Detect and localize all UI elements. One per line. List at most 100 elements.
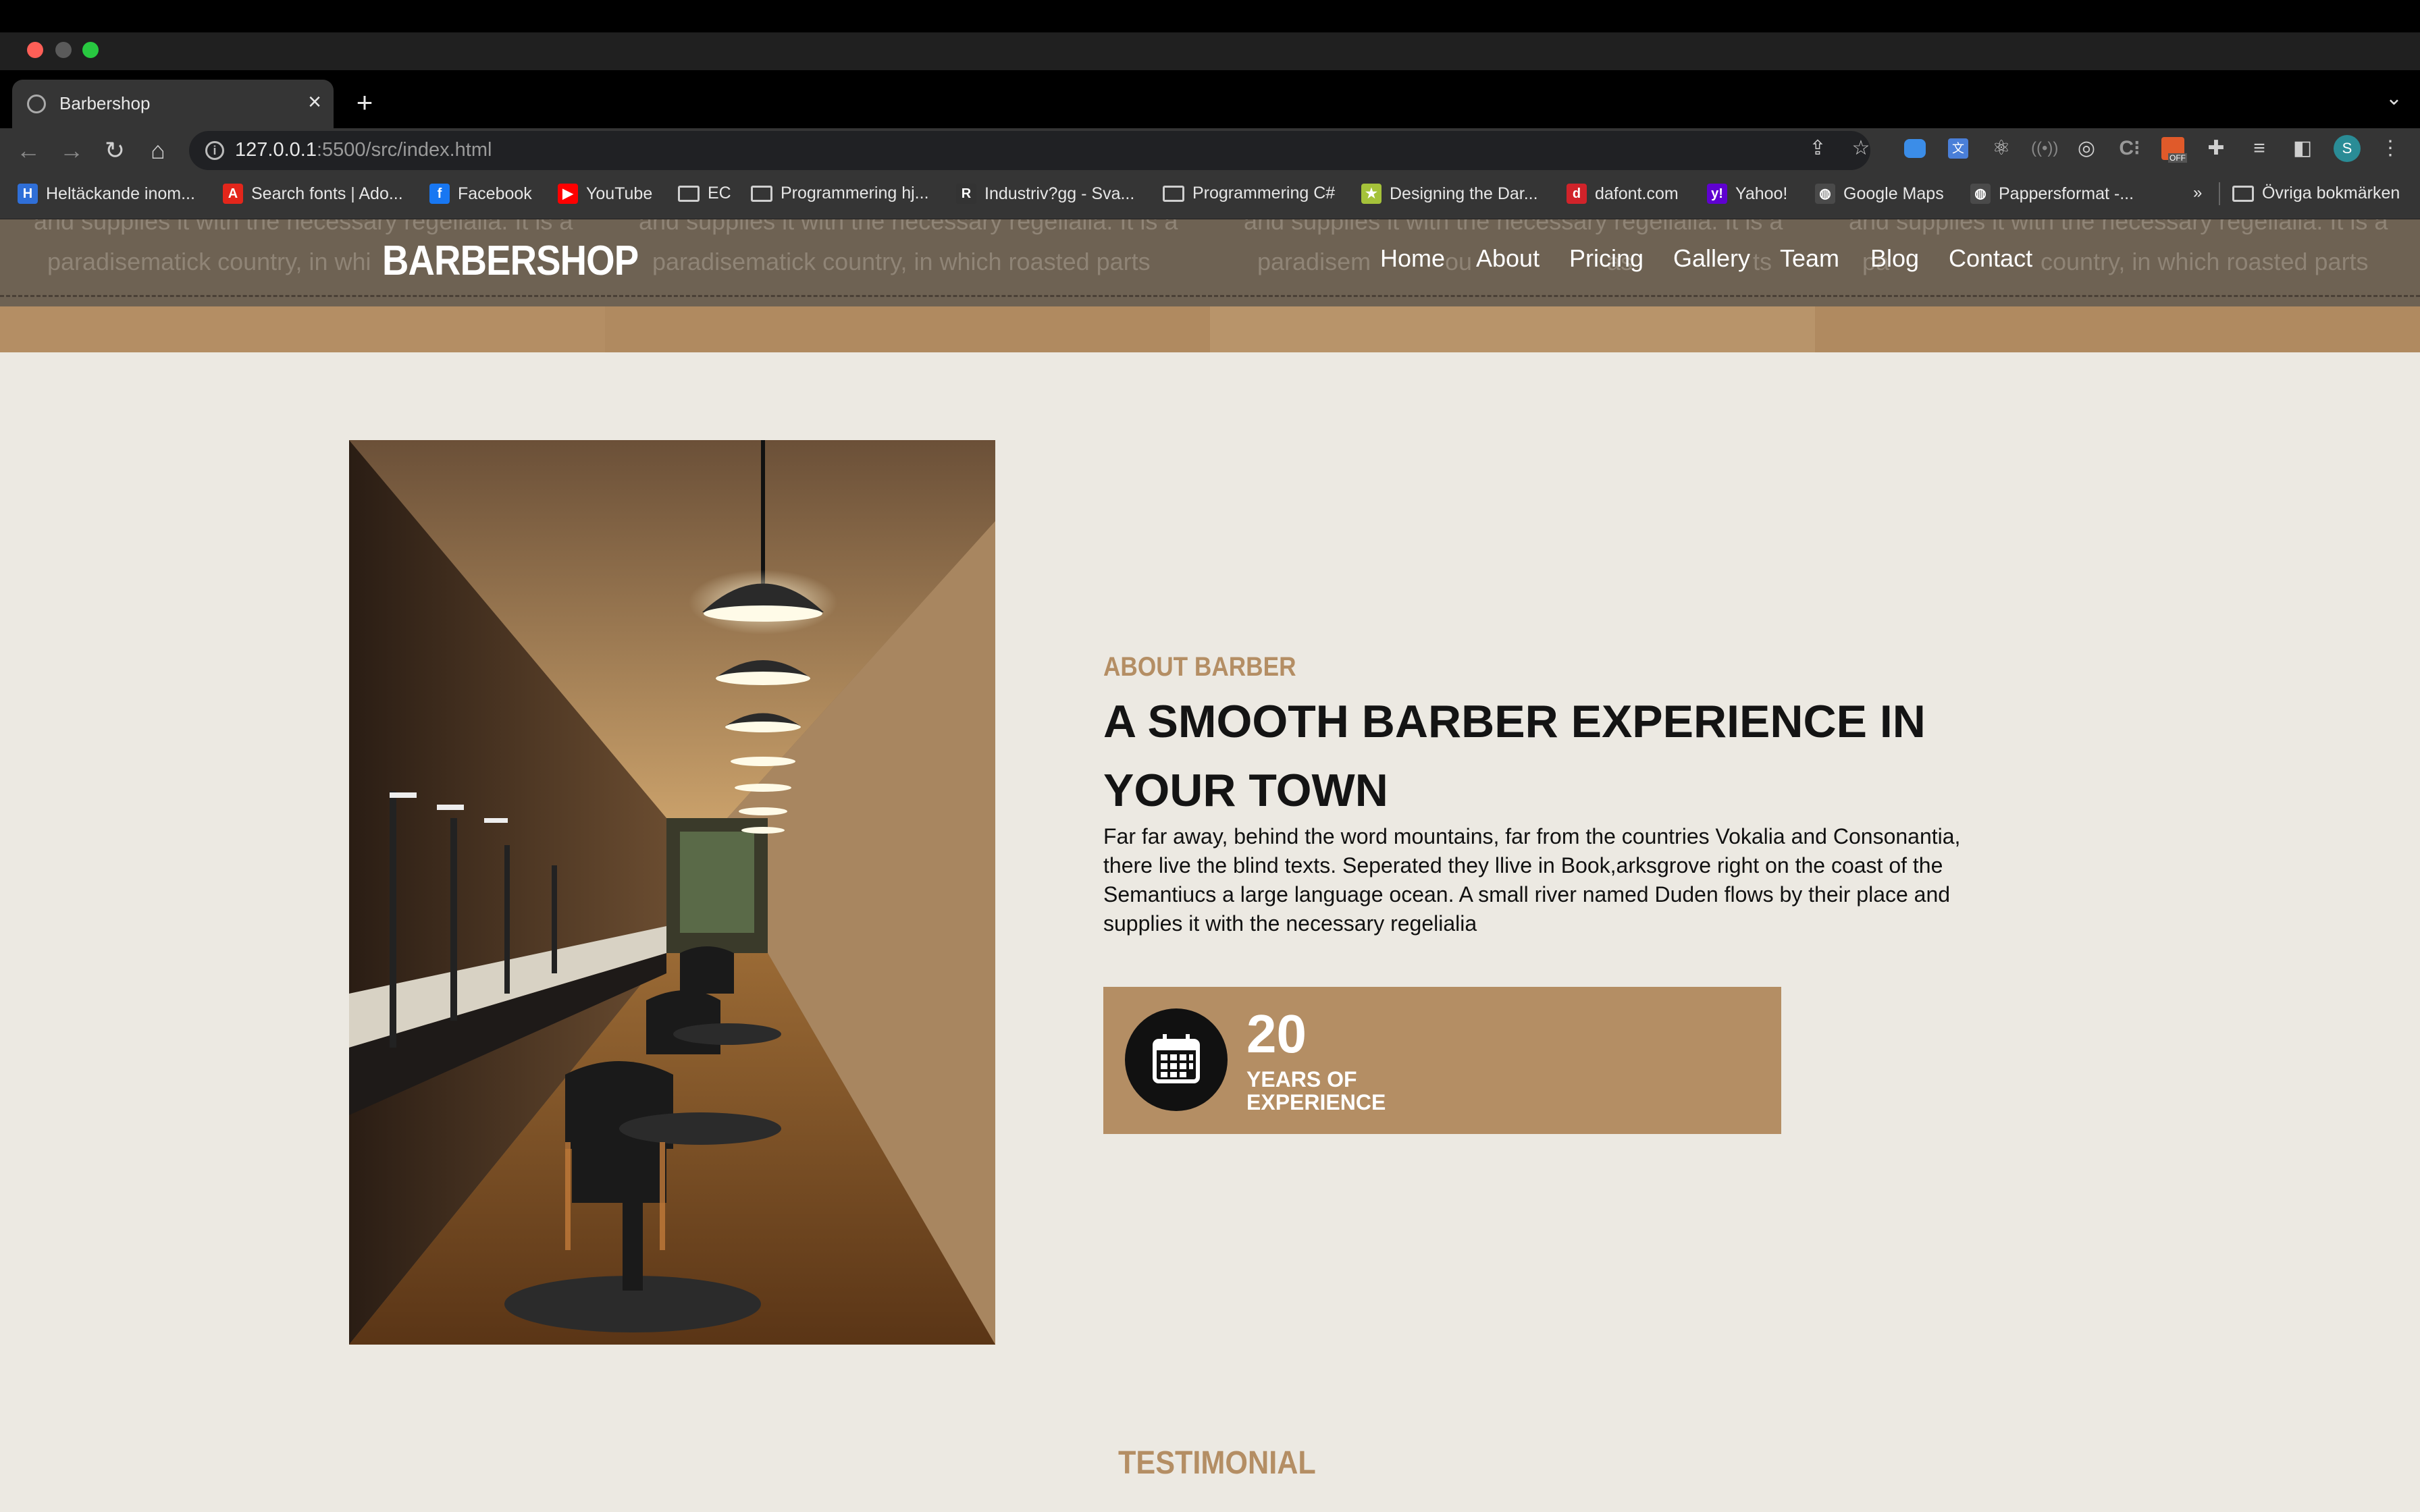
folder-icon [1163, 185, 1184, 202]
nav-link-pricing[interactable]: Pricing [1569, 244, 1643, 273]
section-eyebrow: ABOUT BARBER [1103, 652, 1296, 682]
section-headline: A SMOOTH BARBER EXPERIENCE IN YOUR TOWN [1103, 696, 1926, 816]
adobe-icon: A [223, 184, 243, 204]
tab-close-icon[interactable]: × [308, 89, 321, 115]
maximize-window-button[interactable] [82, 42, 99, 58]
bookmark-site-icon: H [18, 184, 38, 204]
home-icon[interactable]: ⌂ [142, 134, 174, 167]
bookmark-item[interactable]: f Facebook [429, 184, 532, 204]
bookmark-item[interactable]: ★ Designing the Dar... [1361, 184, 1538, 204]
site-info-icon[interactable]: i [205, 141, 224, 160]
nav-link-team[interactable]: Team [1780, 244, 1839, 273]
bookmark-label: Google Maps [1843, 184, 1944, 203]
globe-icon [27, 94, 46, 113]
playlist-icon[interactable]: ≡ [2246, 135, 2273, 162]
tab-title: Barbershop [59, 93, 151, 113]
bookmark-item[interactable]: ◍ Google Maps [1815, 184, 1944, 204]
bookmark-item[interactable]: y! Yahoo! [1707, 184, 1787, 204]
tab-search-chevron-icon[interactable]: ⌄ [2386, 86, 2402, 110]
nav-link-home[interactable]: Home [1380, 244, 1445, 273]
dafont-icon: d [1567, 184, 1587, 204]
globe-icon: ◍ [1815, 184, 1835, 204]
header-dashed-line [0, 295, 2420, 297]
target-icon[interactable]: ◎ [2073, 135, 2100, 162]
translate-icon[interactable]: 文 [1945, 135, 1972, 162]
address-bar[interactable]: i 127.0.0.1:5500/src/index.html [189, 131, 1870, 170]
bookmark-label: Programmering C# [1192, 184, 1336, 202]
youtube-icon: ▶ [558, 184, 578, 204]
bookmark-item[interactable]: Programmering C# [1163, 184, 1335, 203]
header-strip [1815, 306, 2420, 352]
bookmark-item[interactable]: EC [678, 184, 731, 203]
extension-off-icon[interactable]: OFF [2159, 135, 2187, 163]
barbershop-interior-photo [349, 440, 995, 1345]
browser-tab[interactable]: Barbershop × [12, 80, 334, 128]
new-tab-button[interactable]: + [351, 84, 378, 122]
share-icon[interactable]: ⇪ [1804, 135, 1831, 162]
site-navbar: and supplies it with the necessary regel… [0, 219, 2420, 306]
bookmark-item[interactable]: H Heltäckande inom... [18, 184, 195, 204]
header-bg-text: and supplies it with the necessary regel… [1849, 219, 2388, 235]
yahoo-icon: y! [1707, 184, 1727, 204]
bookmark-item[interactable]: A Search fonts | Ado... [223, 184, 403, 204]
url-text: 127.0.0.1:5500/src/index.html [235, 139, 492, 161]
bookmark-item[interactable]: ▶ YouTube [558, 184, 652, 204]
header-bg-text: paradisem [1257, 248, 1371, 275]
url-host: 127.0.0.1 [235, 139, 317, 161]
site-logo[interactable]: BARBERSHOP [382, 237, 639, 285]
profile-avatar[interactable]: S [2334, 135, 2361, 162]
back-icon[interactable]: ← [12, 134, 45, 167]
bookmark-item[interactable]: Programmering hj... [751, 184, 929, 203]
experience-stat-card: 20 YEARS OF EXPERIENCE [1103, 987, 1781, 1134]
stat-number: 20 [1246, 1004, 1307, 1064]
header-bg-text: ts [1753, 248, 1772, 275]
bookmark-item[interactable]: d dafont.com [1567, 184, 1679, 204]
bookmark-label: Pappersformat -... [1999, 184, 2134, 203]
nav-link-gallery[interactable]: Gallery [1673, 244, 1750, 273]
header-bg-text: paradisematick country, in whi [47, 248, 371, 275]
header-bg-text: ou [1445, 248, 1473, 275]
header-strip [605, 306, 1210, 352]
header-bg-text: and supplies it with the necessary regel… [1244, 219, 1783, 235]
broadcast-icon[interactable]: ((•)) [2031, 135, 2058, 162]
bookmark-item[interactable]: ◍ Pappersformat -... [1970, 184, 2134, 204]
header-bg-text: and supplies it with the necessary regel… [639, 219, 1178, 235]
star-icon[interactable]: ☆ [1847, 135, 1874, 162]
window-title-bar [0, 32, 2420, 70]
folder-icon [751, 185, 772, 202]
extension-cloud-icon[interactable] [1901, 135, 1928, 162]
nav-link-contact[interactable]: Contact [1949, 244, 2032, 273]
folder-icon [678, 185, 700, 202]
bookmark-label: dafont.com [1595, 184, 1679, 203]
reload-icon[interactable]: ↻ [99, 134, 131, 167]
extension-c-icon[interactable]: C⁝ [2116, 135, 2143, 162]
barbershop-photo-illustration [349, 440, 995, 1345]
bookmarks-overflow-button[interactable]: » [2193, 184, 2202, 202]
star-badge-icon: ★ [1361, 184, 1382, 204]
nav-link-about[interactable]: About [1476, 244, 1540, 273]
bookmark-label: Designing the Dar... [1390, 184, 1538, 203]
other-bookmarks-folder[interactable]: Övriga bokmärken [2232, 184, 2400, 203]
react-devtools-icon[interactable]: ⚛ [1988, 135, 2015, 162]
header-strip [1210, 306, 1815, 352]
sidepanel-icon[interactable]: ◧ [2289, 135, 2316, 162]
menu-icon[interactable]: ⋮ [2377, 135, 2404, 162]
header-bg-text: paradisematick country, in which roasted… [652, 248, 1151, 275]
about-paragraph: Far far away, behind the word mountains,… [1103, 824, 1961, 936]
site-r-icon: R [956, 184, 976, 204]
header-bg-text: and supplies it with the necessary regel… [34, 219, 573, 235]
bookmark-label: EC [708, 184, 731, 202]
nav-link-blog[interactable]: Blog [1870, 244, 1919, 273]
bookmark-label: Heltäckande inom... [46, 184, 195, 203]
close-window-button[interactable] [27, 42, 43, 58]
url-path: :5500/src/index.html [316, 139, 492, 161]
bookmark-label: YouTube [586, 184, 653, 203]
bookmark-item[interactable]: R Industriv?gg - Sva... [956, 184, 1134, 204]
calendar-icon [1125, 1008, 1228, 1111]
minimize-window-button[interactable] [55, 42, 72, 58]
puzzle-icon[interactable]: ✚ [2203, 135, 2230, 162]
forward-icon[interactable]: → [55, 134, 88, 167]
folder-icon [2232, 185, 2254, 202]
bookmark-label: Industriv?gg - Sva... [984, 184, 1135, 203]
bookmark-label: Search fonts | Ado... [251, 184, 403, 203]
